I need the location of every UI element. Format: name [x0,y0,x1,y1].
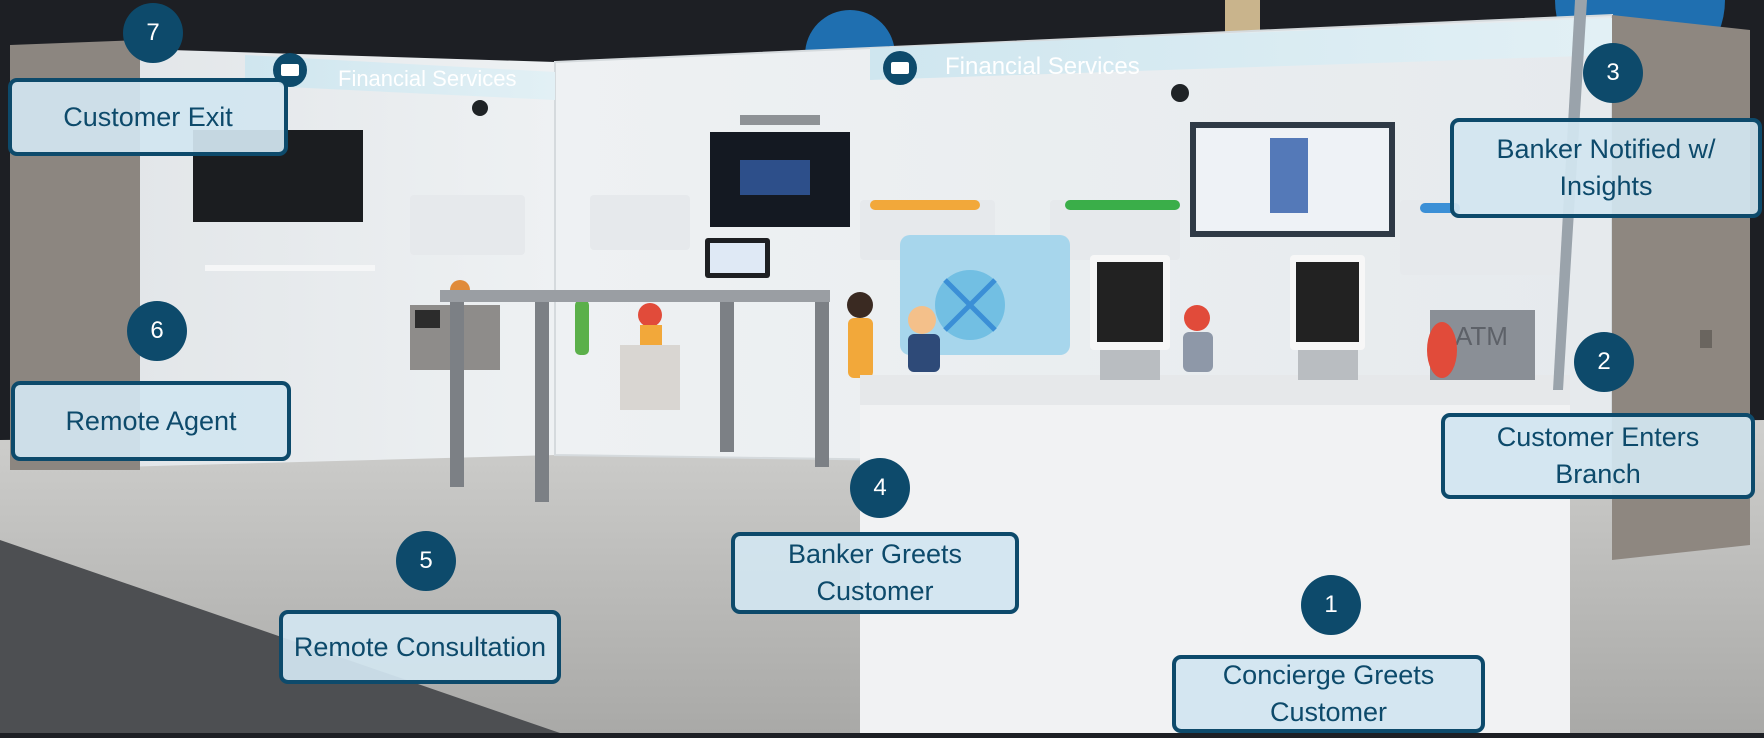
step-badge-1: 1 [1301,575,1361,635]
step-badge-5: 5 [396,531,456,591]
step-badge-6: 6 [127,301,187,361]
callout-label: Remote Agent [65,405,237,436]
camera-right [1171,84,1189,102]
callout-concierge-greets: Concierge Greets Customer [1172,655,1485,733]
callout-customer-exit: Customer Exit [8,78,288,156]
standing-table [440,290,830,302]
step-badge-7: 7 [123,3,183,63]
callout-remote-agent: Remote Agent [11,381,291,461]
camera-left [472,100,488,116]
callout-banker-greets: Banker Greets Customer [731,532,1019,614]
step-number: 3 [1606,59,1620,86]
callout-label: Customer Enters Branch [1496,422,1700,489]
step-number: 7 [146,19,160,46]
callout-label: Concierge Greets Customer [1222,660,1435,727]
atm-label: ATM [1455,321,1508,351]
step-number: 4 [873,474,887,501]
step-badge-4: 4 [850,458,910,518]
callout-customer-enters: Customer Enters Branch [1441,413,1755,499]
step-number: 1 [1324,591,1338,618]
step-number: 5 [419,547,433,574]
step-number: 2 [1597,348,1611,375]
callout-label: Banker Greets Customer [787,539,963,606]
callout-label: Customer Exit [63,101,233,132]
sign-text-right: Financial Services [945,53,1140,80]
callout-remote-consultation: Remote Consultation [279,610,561,684]
callout-label: Banker Notified w/ Insights [1496,134,1716,201]
step-badge-2: 2 [1574,332,1634,392]
callout-banker-notified: Banker Notified w/ Insights [1450,118,1762,218]
step-badge-3: 3 [1583,43,1643,103]
callout-label: Remote Consultation [293,631,547,662]
sign-text-left: Financial Services [338,66,517,91]
step-number: 6 [150,317,164,344]
